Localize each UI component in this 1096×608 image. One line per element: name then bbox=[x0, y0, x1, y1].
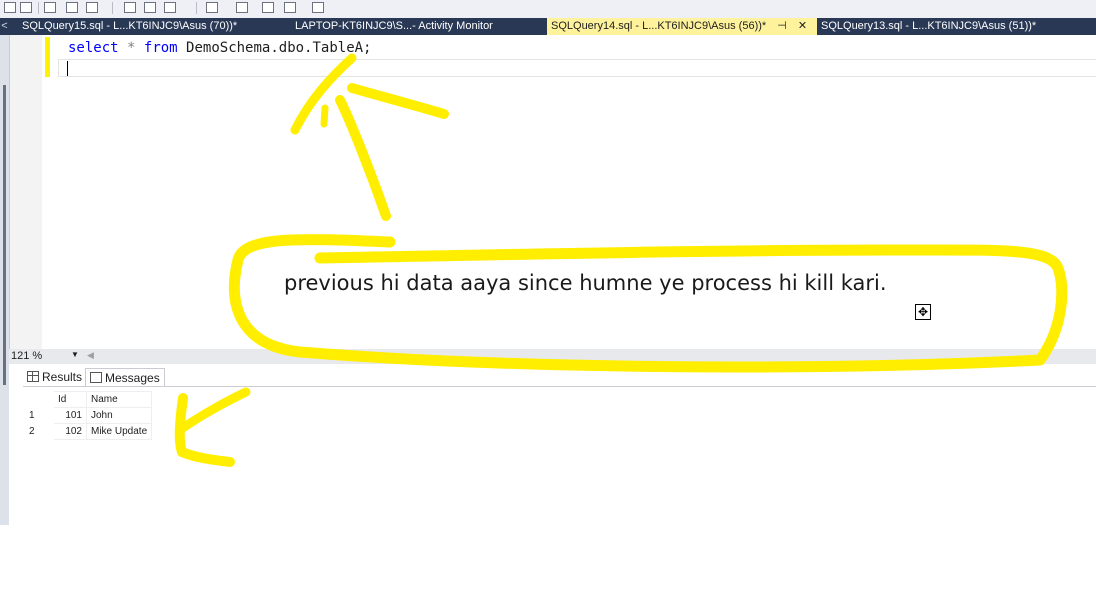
tab-scroll-left-icon[interactable]: < bbox=[0, 18, 9, 35]
toolbar-icon-3[interactable] bbox=[44, 2, 56, 13]
change-marker bbox=[45, 37, 50, 77]
code-line-1[interactable]: select * from DemoSchema.dbo.TableA; bbox=[68, 40, 371, 56]
keyword-select: select bbox=[68, 40, 119, 56]
toolbar-separator bbox=[38, 2, 39, 14]
toolbar-icon-12[interactable] bbox=[284, 2, 296, 13]
results-grid-area bbox=[23, 386, 1096, 526]
toolbar-icon-7[interactable] bbox=[144, 2, 156, 13]
table-row[interactable]: 2 102 Mike Update bbox=[24, 423, 153, 440]
grid-header-row: Id Name bbox=[24, 391, 153, 408]
results-tab-label: Results bbox=[42, 370, 83, 384]
toolbar-separator bbox=[112, 2, 113, 14]
toolbar-icon-8[interactable] bbox=[164, 2, 176, 13]
scroll-left-icon[interactable]: ◀ bbox=[87, 350, 94, 361]
tab-label: SQLQuery14.sql - L...KT6INJC9\Asus (56))… bbox=[551, 20, 767, 32]
toolbar-icon-13[interactable] bbox=[312, 2, 324, 13]
column-header-id[interactable]: Id bbox=[53, 391, 87, 408]
grid-icon bbox=[27, 371, 39, 382]
left-dock-strip bbox=[0, 35, 9, 525]
toolbar-icon-10[interactable] bbox=[236, 2, 248, 13]
bottom-blank-area bbox=[0, 526, 1096, 608]
tab-label: LAPTOP-KT6INJC9\S...- Activity Monitor bbox=[295, 20, 493, 32]
tab-sqlquery13[interactable]: SQLQuery13.sql - L...KT6INJC9\Asus (51))… bbox=[817, 18, 1096, 35]
row-header-corner[interactable] bbox=[24, 391, 54, 408]
annotation-text: previous hi data aaya since humne ye pro… bbox=[284, 271, 887, 295]
cell-id[interactable]: 101 bbox=[53, 407, 87, 424]
row-number[interactable]: 2 bbox=[24, 423, 54, 440]
results-grid: Id Name 1 101 John 2 102 Mike Update bbox=[24, 391, 153, 440]
zoom-bar: 121 % ▼ ◀ bbox=[9, 349, 1096, 364]
text-caret bbox=[67, 61, 68, 76]
chevron-down-icon[interactable]: ▼ bbox=[71, 350, 79, 359]
tab-label: SQLQuery13.sql - L...KT6INJC9\Asus (51))… bbox=[821, 20, 1037, 32]
toolbar-icon-2[interactable] bbox=[20, 2, 32, 13]
tab-activity-monitor[interactable]: LAPTOP-KT6INJC9\S...- Activity Monitor bbox=[291, 18, 546, 35]
query-editor[interactable]: select * from DemoSchema.dbo.TableA; bbox=[9, 35, 1096, 349]
tab-label: SQLQuery15.sql - L...KT6INJC9\Asus (70))… bbox=[22, 20, 238, 32]
tab-results[interactable]: Results bbox=[23, 368, 86, 386]
zoom-level[interactable]: 121 % bbox=[11, 350, 42, 362]
operator-star: * bbox=[127, 40, 136, 56]
left-dock-bar bbox=[3, 85, 6, 385]
toolbar-icon-4[interactable] bbox=[66, 2, 78, 13]
messages-icon bbox=[90, 372, 102, 383]
move-icon: ✥ bbox=[915, 304, 931, 320]
toolbar bbox=[0, 0, 1096, 19]
cell-id[interactable]: 102 bbox=[53, 423, 87, 440]
toolbar-separator bbox=[196, 2, 197, 14]
tab-sqlquery14[interactable]: SQLQuery14.sql - L...KT6INJC9\Asus (56))… bbox=[547, 18, 817, 35]
messages-tab-label: Messages bbox=[105, 371, 160, 385]
keyword-from: from bbox=[143, 40, 178, 56]
toolbar-icon-6[interactable] bbox=[124, 2, 136, 13]
column-header-name[interactable]: Name bbox=[85, 391, 153, 408]
toolbar-icon-5[interactable] bbox=[86, 2, 98, 13]
tab-sqlquery15[interactable]: SQLQuery15.sql - L...KT6INJC9\Asus (70))… bbox=[18, 18, 290, 35]
toolbar-icon-11[interactable] bbox=[262, 2, 274, 13]
close-icon[interactable]: ✕ bbox=[798, 18, 807, 35]
row-number[interactable]: 1 bbox=[24, 407, 54, 424]
editor-gutter bbox=[10, 35, 42, 349]
tab-messages[interactable]: Messages bbox=[85, 368, 165, 386]
table-row[interactable]: 1 101 John bbox=[24, 407, 153, 424]
toolbar-icon-9[interactable] bbox=[206, 2, 218, 13]
current-line-highlight bbox=[58, 59, 1096, 77]
toolbar-icon-1[interactable] bbox=[4, 2, 16, 13]
table-reference: DemoSchema.dbo.TableA; bbox=[186, 40, 372, 56]
cell-name[interactable]: Mike Update bbox=[85, 423, 153, 440]
pin-icon[interactable]: ⊣ bbox=[777, 18, 787, 35]
results-left-margin bbox=[9, 386, 23, 526]
cell-name[interactable]: John bbox=[85, 407, 153, 424]
document-tabstrip: < SQLQuery15.sql - L...KT6INJC9\Asus (70… bbox=[0, 18, 1096, 35]
